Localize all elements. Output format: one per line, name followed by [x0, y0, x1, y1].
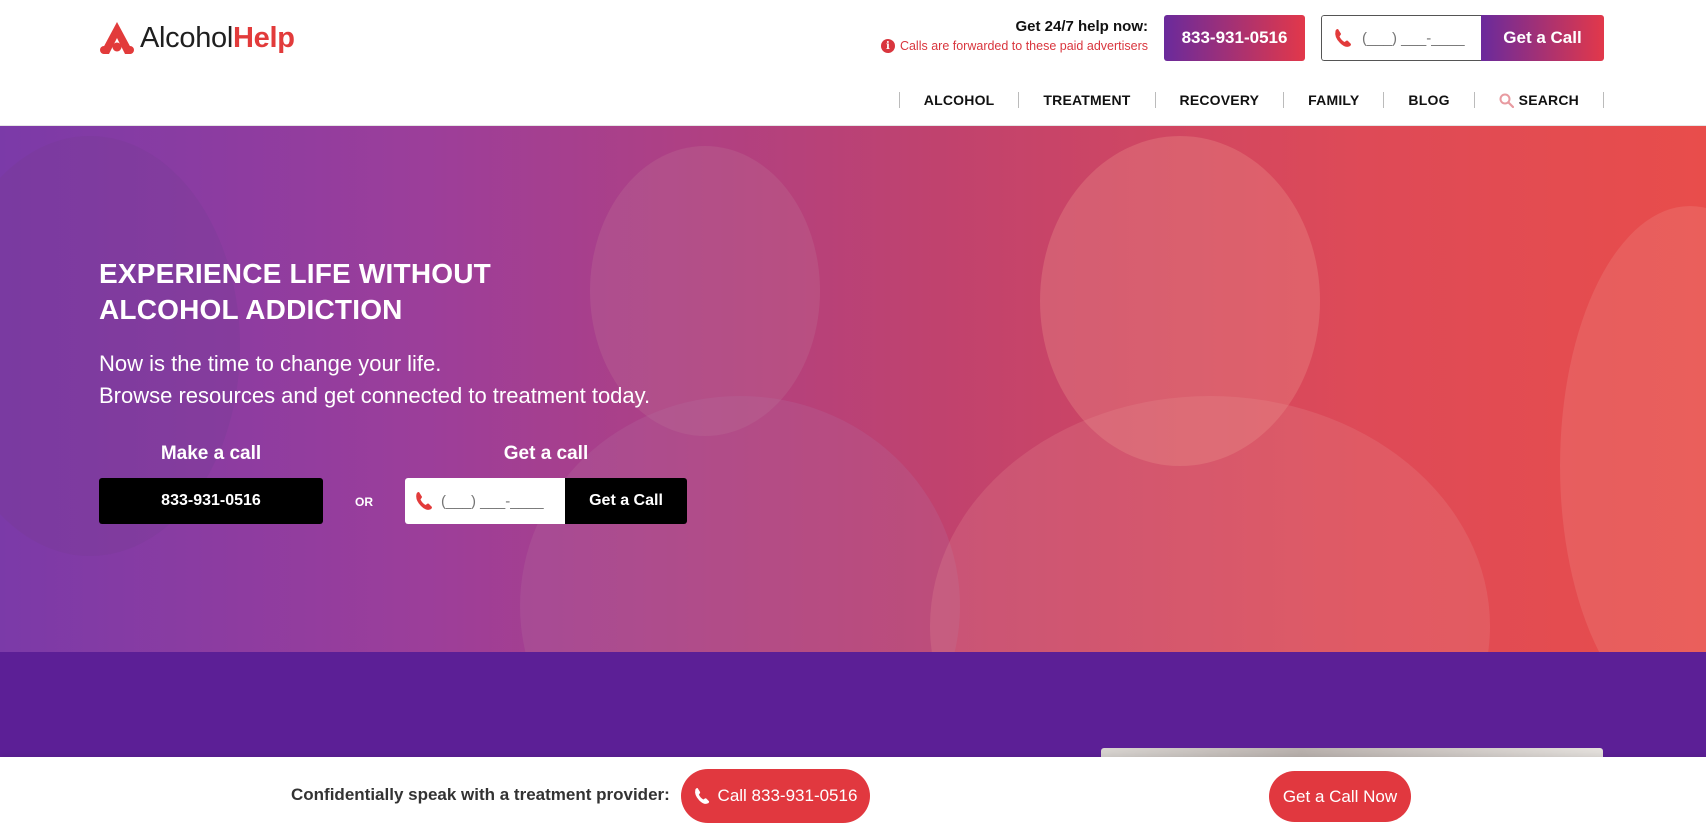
header-get-call-button[interactable]: Get a Call: [1481, 15, 1604, 61]
header-callback-input[interactable]: [1362, 29, 1472, 47]
nav-item-recovery[interactable]: RECOVERY: [1156, 92, 1284, 108]
nav-item-alcohol[interactable]: ALCOHOL: [900, 92, 1019, 108]
sticky-bar-text: Confidentially speak with a treatment pr…: [291, 785, 670, 804]
logo-text-help: Help: [233, 22, 295, 54]
advertiser-note: i Calls are forwarded to these paid adve…: [880, 39, 1148, 53]
get-call-label: Get a call: [503, 443, 589, 464]
sticky-call-bar: Confidentially speak with a treatment pr…: [0, 757, 1706, 834]
info-icon: i: [880, 39, 895, 53]
header-phone-button[interactable]: 833-931-0516: [1164, 15, 1305, 61]
nav-item-blog[interactable]: BLOG: [1384, 92, 1473, 108]
hero-callback-form: Get a Call: [405, 478, 687, 524]
site-header: AlcoholHelp Get 24/7 help now: i Calls a…: [0, 0, 1706, 126]
hero-title-line2: ALCOHOL ADDICTION: [99, 294, 403, 325]
sticky-call-label: Call 833-931-0516: [717, 786, 858, 805]
advertiser-note-text: Calls are forwarded to these paid advert…: [899, 39, 1148, 53]
search-icon: [1499, 93, 1514, 108]
nav-item-search-label: SEARCH: [1518, 92, 1579, 108]
nav-item-family[interactable]: FAMILY: [1284, 92, 1383, 108]
hero-callback-input[interactable]: [441, 492, 559, 510]
hero-title-line1: EXPERIENCE LIFE WITHOUT: [99, 258, 491, 289]
hero-subtitle-line2: Browse resources and get connected to tr…: [99, 383, 651, 408]
phone-icon: [1335, 29, 1351, 47]
logo-text-alcohol: Alcohol: [140, 22, 234, 54]
hero-title: EXPERIENCE LIFE WITHOUT ALCOHOL ADDICTIO…: [99, 256, 491, 328]
sticky-get-call-button[interactable]: Get a Call Now: [1269, 771, 1411, 822]
hero-get-call-button[interactable]: Get a Call: [565, 478, 687, 524]
logo-mark-icon: [100, 22, 134, 54]
or-divider: OR: [355, 495, 373, 509]
nav-item-search[interactable]: SEARCH: [1475, 92, 1603, 108]
help-block: Get 24/7 help now: i Calls are forwarded…: [880, 18, 1148, 53]
nav-divider: [1603, 92, 1604, 108]
main-nav: ALCOHOL TREATMENT RECOVERY FAMILY BLOG S…: [898, 88, 1604, 112]
hero-banner: EXPERIENCE LIFE WITHOUT ALCOHOL ADDICTIO…: [0, 126, 1706, 652]
logo-text: AlcoholHelp: [140, 20, 295, 56]
sticky-call-button[interactable]: Call 833-931-0516: [681, 769, 870, 823]
help-title: Get 24/7 help now:: [1015, 18, 1148, 35]
hero-callback-field[interactable]: [405, 478, 565, 524]
hero-subtitle: Now is the time to change your life. Bro…: [99, 348, 650, 412]
hero-subtitle-line1: Now is the time to change your life.: [99, 351, 442, 376]
hero-photo-person: [520, 396, 960, 652]
header-callback-form: Get a Call: [1321, 15, 1604, 61]
hero-photo-person: [930, 396, 1490, 652]
site-logo[interactable]: AlcoholHelp: [98, 20, 295, 56]
header-callback-field[interactable]: [1321, 15, 1481, 61]
phone-icon: [416, 492, 432, 510]
hero-phone-button[interactable]: 833-931-0516: [99, 478, 323, 524]
hero-photo-person: [1560, 206, 1706, 652]
phone-icon: [694, 788, 709, 804]
make-call-label: Make a call: [160, 443, 262, 464]
nav-item-treatment[interactable]: TREATMENT: [1019, 92, 1154, 108]
